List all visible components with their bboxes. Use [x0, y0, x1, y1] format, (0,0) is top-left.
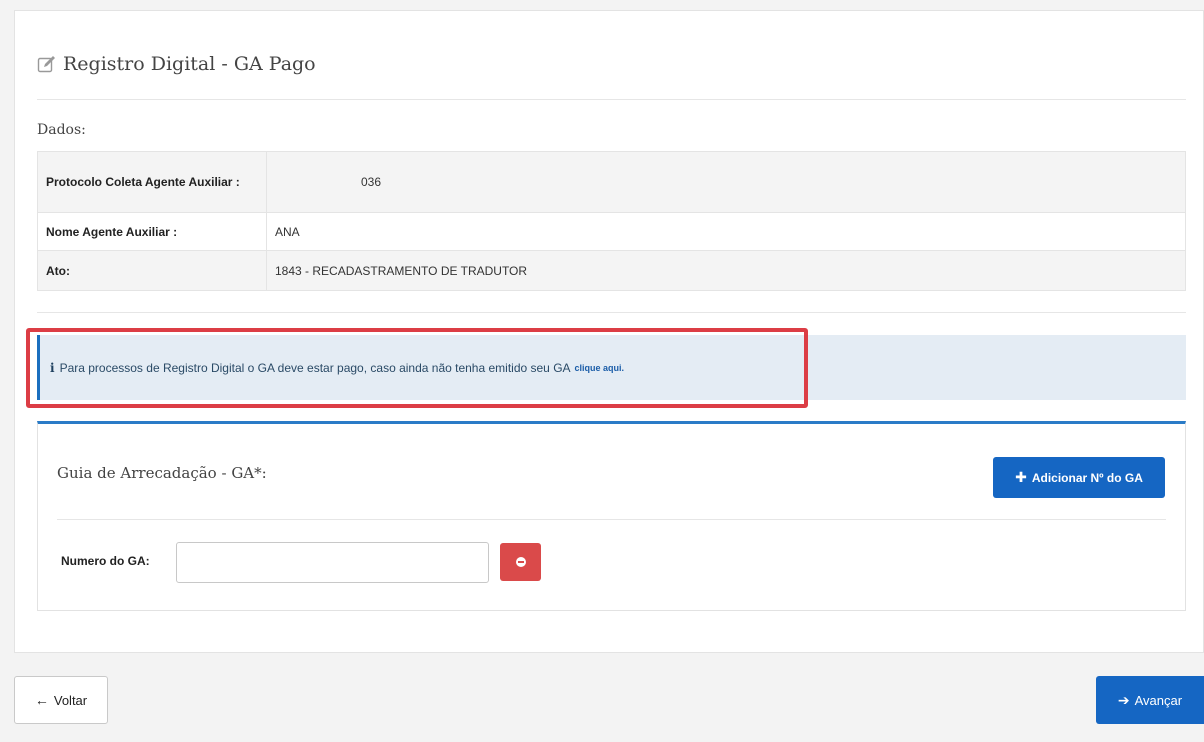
table-row: Nome Agente Auxiliar : ANA	[37, 212, 1186, 251]
row-key: Ato:	[37, 250, 267, 291]
next-button-label: Avançar	[1134, 692, 1183, 708]
page-title-text: Registro Digital - GA Pago	[63, 53, 316, 75]
ga-number-label: Numero do GA:	[61, 554, 150, 568]
minus-circle-icon	[515, 557, 526, 567]
row-key: Protocolo Coleta Agente Auxiliar :	[37, 151, 267, 213]
table-row: Ato: 1843 - RECADASTRAMENTO DE TRADUTOR	[37, 250, 1186, 291]
divider	[37, 99, 1186, 100]
divider	[37, 312, 1186, 313]
row-value: 1843 - RECADASTRAMENTO DE TRADUTOR	[266, 250, 1186, 291]
info-icon: i	[50, 360, 55, 375]
back-button-label: Voltar	[53, 692, 88, 708]
edit-icon	[37, 56, 55, 73]
dados-table: Protocolo Coleta Agente Auxiliar : 036 N…	[37, 151, 1186, 291]
page-title: Registro Digital - GA Pago	[37, 53, 316, 75]
dados-label: Dados:	[37, 122, 86, 138]
arrow-left-icon: ←	[34, 692, 49, 708]
next-button[interactable]: ➔ Avançar	[1096, 676, 1204, 724]
remove-ga-button[interactable]	[500, 543, 541, 581]
row-value: 036	[266, 151, 1186, 213]
ga-title: Guia de Arrecadação - GA*:	[57, 464, 267, 482]
ga-panel: Guia de Arrecadação - GA*: ✚ Adicionar N…	[37, 421, 1186, 611]
ga-number-input[interactable]	[176, 542, 489, 583]
plus-icon: ✚	[1015, 469, 1027, 485]
main-panel: Registro Digital - GA Pago Dados: Protoc…	[14, 10, 1204, 653]
clique-aqui-link[interactable]: clique aqui.	[575, 363, 625, 373]
arrow-right-icon: ➔	[1117, 691, 1130, 708]
add-ga-button-label: Adicionar Nº do GA	[1031, 470, 1143, 485]
alert-text: Para processos de Registro Digital o GA …	[59, 360, 571, 375]
table-row: Protocolo Coleta Agente Auxiliar : 036	[37, 151, 1186, 213]
back-button[interactable]: ← Voltar	[14, 676, 108, 724]
info-alert: i Para processos de Registro Digital o G…	[37, 335, 1186, 400]
add-ga-button[interactable]: ✚ Adicionar Nº do GA	[993, 457, 1165, 498]
row-key: Nome Agente Auxiliar :	[37, 212, 267, 251]
divider	[57, 519, 1166, 520]
row-value: ANA	[266, 212, 1186, 251]
